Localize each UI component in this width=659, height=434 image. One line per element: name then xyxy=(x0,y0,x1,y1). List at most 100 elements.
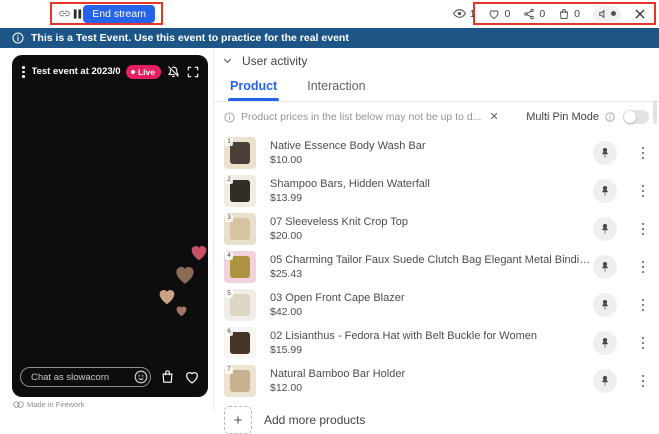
pin-icon xyxy=(599,223,611,235)
product-thumbnail: 4 xyxy=(224,251,256,283)
panel-header: User activity xyxy=(214,48,659,73)
product-thumbnail: 6 xyxy=(224,327,256,359)
product-name: Native Essence Body Wash Bar xyxy=(270,140,593,152)
pause-stream-button[interactable] xyxy=(72,8,83,20)
chat-input[interactable] xyxy=(20,367,151,387)
pin-icon xyxy=(599,185,611,197)
product-menu-button[interactable] xyxy=(639,372,648,391)
orders-count: 0 xyxy=(574,8,580,20)
shares-count: 0 xyxy=(539,8,545,20)
emoji-icon[interactable] xyxy=(134,370,148,384)
product-row: 4 05 Charming Tailor Faux Suede Clutch B… xyxy=(224,248,651,286)
add-more-products-button[interactable]: + Add more products xyxy=(224,406,365,434)
tab-interaction[interactable]: Interaction xyxy=(305,73,367,101)
product-name: Shampoo Bars, Hidden Waterfall xyxy=(270,178,593,190)
link-icon xyxy=(58,7,71,20)
product-thumbnail: 5 xyxy=(224,289,256,321)
fullscreen-button[interactable] xyxy=(186,65,200,79)
likes-count: 0 xyxy=(504,8,510,20)
heart-icon xyxy=(188,241,208,263)
product-name: 07 Sleeveless Knit Crop Top xyxy=(270,216,593,228)
sound-toggle[interactable] xyxy=(593,7,621,21)
close-button[interactable] xyxy=(634,8,646,20)
pin-product-button[interactable] xyxy=(593,255,617,279)
product-row: 1 Native Essence Body Wash Bar $10.00 xyxy=(224,134,651,172)
pin-product-button[interactable] xyxy=(593,369,617,393)
info-icon xyxy=(605,112,615,122)
product-image xyxy=(230,256,249,278)
annotation-box-stream-controls: End stream xyxy=(50,2,163,25)
mute-button[interactable] xyxy=(166,64,181,79)
bell-slash-icon xyxy=(166,64,181,79)
product-order-badge: 3 xyxy=(225,214,233,222)
product-info: Native Essence Body Wash Bar $10.00 xyxy=(270,140,593,166)
live-dot-icon xyxy=(131,70,135,74)
product-price: $13.99 xyxy=(270,192,593,204)
product-info: 05 Charming Tailor Faux Suede Clutch Bag… xyxy=(270,254,593,280)
product-menu-button[interactable] xyxy=(639,334,648,353)
test-event-banner: This is a Test Event. Use this event to … xyxy=(0,28,659,48)
top-toolbar: End stream 1 0 0 0 xyxy=(0,0,659,28)
heart-icon xyxy=(174,303,189,318)
copy-link-button[interactable] xyxy=(58,7,71,20)
pin-icon xyxy=(599,299,611,311)
product-info: 03 Open Front Cape Blazer $42.00 xyxy=(270,292,593,318)
product-info: 02 Lisianthus - Fedora Hat with Belt Buc… xyxy=(270,330,593,356)
made-in-firework: Made in Firework xyxy=(13,400,85,409)
product-price: $12.00 xyxy=(270,382,593,394)
product-name: Natural Bamboo Bar Holder xyxy=(270,368,593,380)
multi-pin-mode-toggle[interactable] xyxy=(623,110,649,124)
shares-stat: 0 xyxy=(523,8,545,20)
product-thumbnail: 2 xyxy=(224,175,256,207)
speaker-icon xyxy=(598,9,608,19)
product-row: 6 02 Lisianthus - Fedora Hat with Belt B… xyxy=(224,324,651,362)
player-like-button[interactable] xyxy=(184,369,200,385)
pin-product-button[interactable] xyxy=(593,217,617,241)
player-shop-button[interactable] xyxy=(160,369,175,384)
product-image xyxy=(230,218,249,240)
product-price: $10.00 xyxy=(270,154,593,166)
info-icon xyxy=(224,112,235,123)
pin-product-button[interactable] xyxy=(593,293,617,317)
annotation-box-stats: 1 0 0 0 xyxy=(473,2,656,25)
chevron-down-icon xyxy=(222,55,233,66)
pin-product-button[interactable] xyxy=(593,141,617,165)
user-activity-panel: User activity Product Interaction Produc… xyxy=(214,48,659,411)
dismiss-notice-button[interactable]: ✕ xyxy=(487,112,500,123)
likes-stat: 0 xyxy=(488,8,510,20)
product-name: 03 Open Front Cape Blazer xyxy=(270,292,593,304)
end-stream-button[interactable]: End stream xyxy=(83,5,155,23)
product-thumbnail: 7 xyxy=(224,365,256,397)
product-info: 07 Sleeveless Knit Crop Top $20.00 xyxy=(270,216,593,242)
heart-icon xyxy=(172,261,198,287)
product-price: $20.00 xyxy=(270,230,593,242)
stream-title: Test event at 2023/0... xyxy=(32,66,121,77)
product-order-badge: 2 xyxy=(225,176,233,184)
multi-pin-mode-label: Multi Pin Mode xyxy=(526,111,599,123)
product-menu-button[interactable] xyxy=(639,220,648,239)
toggle-knob xyxy=(624,111,636,123)
product-price: $25.43 xyxy=(270,268,593,280)
pause-icon xyxy=(72,8,83,20)
firework-logo-icon xyxy=(13,401,24,408)
product-menu-button[interactable] xyxy=(639,258,648,277)
product-menu-button[interactable] xyxy=(639,144,648,163)
plus-icon: + xyxy=(224,406,252,434)
product-order-badge: 1 xyxy=(225,138,233,146)
product-order-badge: 6 xyxy=(225,328,233,336)
collapse-panel-button[interactable] xyxy=(222,55,233,66)
product-image xyxy=(230,332,249,354)
pin-product-button[interactable] xyxy=(593,331,617,355)
pin-icon xyxy=(599,375,611,387)
shopping-bag-icon xyxy=(160,369,175,384)
panel-scrollbar[interactable] xyxy=(653,100,657,124)
player-menu-button[interactable] xyxy=(20,64,27,80)
product-menu-button[interactable] xyxy=(639,296,648,315)
panel-title: User activity xyxy=(242,54,307,68)
info-icon xyxy=(12,32,24,44)
product-menu-button[interactable] xyxy=(639,182,648,201)
made-in-label: Made in Firework xyxy=(27,400,85,409)
tab-product[interactable]: Product xyxy=(228,73,279,101)
pin-icon xyxy=(599,337,611,349)
pin-product-button[interactable] xyxy=(593,179,617,203)
